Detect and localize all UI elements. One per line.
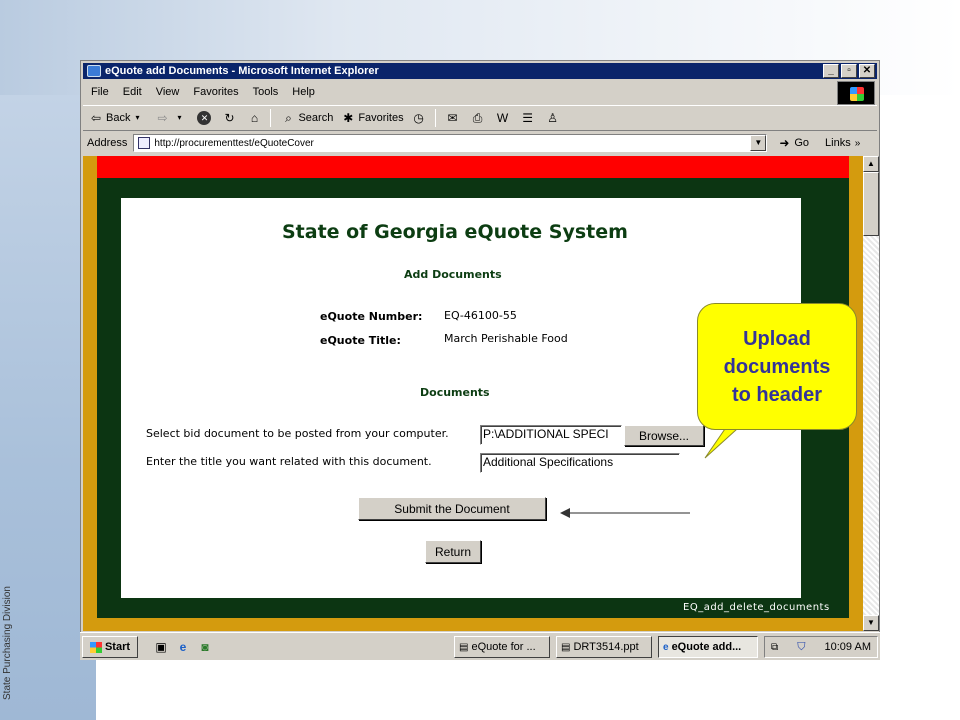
file-path-input[interactable]: P:\ADDITIONAL SPECI [480,425,622,445]
home-button[interactable]: ⌂ [247,111,264,125]
print-button[interactable]: ⎙ [471,111,488,125]
back-arrow-icon: ⇦ [90,111,102,125]
chevron-right-icon[interactable]: » [855,138,861,149]
scroll-up-icon[interactable]: ▲ [863,156,879,172]
page-icon [138,137,151,149]
address-url: http://procurementtest/eQuoteCover [154,137,314,149]
callout-bubble: Upload documents to header [697,303,857,430]
print-icon: ⎙ [472,111,483,125]
address-label: Address [87,137,128,149]
menu-tools[interactable]: Tools [253,86,279,98]
stop-icon: ✕ [197,111,212,125]
home-icon: ⌂ [250,111,259,125]
refresh-icon: ↻ [224,111,235,125]
equote-title-value: March Perishable Food [444,332,568,345]
page-subtitle: Add Documents [404,268,502,281]
callout-line-1: Upload [743,327,811,350]
desktop-icon[interactable]: ▣ [154,640,168,654]
search-button[interactable]: ⌕ Search [281,111,333,125]
menu-favorites[interactable]: Favorites [193,86,238,98]
ie-icon [87,65,101,77]
history-button[interactable]: ◷ [412,111,429,125]
start-button[interactable]: Start [82,636,138,658]
messenger-icon: ♙ [547,111,558,125]
scroll-thumb[interactable] [863,172,879,236]
title-bar: eQuote add Documents - Microsoft Interne… [83,63,877,79]
return-button[interactable]: Return [425,540,481,563]
browse-button[interactable]: Browse... [624,425,704,446]
menu-view[interactable]: View [156,86,180,98]
menu-help[interactable]: Help [292,86,315,98]
links-button[interactable]: Links [825,137,851,149]
shield-icon[interactable]: ⛉ [797,641,805,654]
go-arrow-icon: ➜ [779,136,790,150]
outlook-icon[interactable]: ◙ [198,640,212,654]
windows-logo-icon [837,81,875,105]
scroll-down-icon[interactable]: ▼ [863,615,879,631]
page-footer: EQ_add_delete_documents [683,602,830,613]
dropdown-icon: ▾ [135,113,140,122]
discuss-icon: ☰ [522,111,533,125]
chevron-down-icon[interactable]: ▼ [750,135,767,151]
documents-heading: Documents [420,386,490,399]
discuss-button[interactable]: ☰ [521,111,538,125]
vertical-scrollbar[interactable]: ▲ ▼ [863,156,879,631]
history-icon: ◷ [413,111,424,125]
search-icon: ⌕ [285,111,292,125]
document-title-prompt: Enter the title you want related with th… [146,455,432,468]
task-ppt[interactable]: ▤ DRT3514.ppt [556,636,652,658]
submit-document-button[interactable]: Submit the Document [358,497,546,520]
equote-number-value: EQ-46100-55 [444,309,517,322]
address-input[interactable]: http://procurementtest/eQuoteCover ▼ [133,134,768,152]
ie-task-icon: e [663,641,669,653]
favorites-button[interactable]: ✱ Favorites [341,111,403,125]
select-document-prompt: Select bid document to be posted from yo… [146,427,449,440]
windows-flag-icon [89,641,102,653]
callout-line-3: to header [731,383,823,406]
close-button[interactable]: ✕ [859,64,875,78]
powerpoint-icon: ▤ [561,641,571,653]
document-title-input[interactable]: Additional Specifications [480,453,680,473]
equote-number-label: eQuote Number: [320,310,423,323]
standard-toolbar: ⇦ Back ▾ ⇨ ▾ ✕ ↻ ⌂ ⌕ Search ✱ Favorites … [83,105,877,131]
window-icon: ▤ [459,641,469,653]
system-tray: ⧉ ⛉ 10:09 AM [764,636,878,658]
menu-file[interactable]: File [91,86,109,98]
edit-icon: W [496,111,509,125]
network-icon[interactable]: ⧉ [771,642,778,653]
equote-title-label: eQuote Title: [320,334,401,347]
clock: 10:09 AM [824,641,871,653]
forward-button[interactable]: ⇨ ▾ [155,111,189,125]
edit-button[interactable]: W [496,111,513,125]
refresh-button[interactable]: ↻ [222,111,239,125]
favorites-icon: ✱ [343,111,354,125]
mail-icon: ✉ [447,111,458,125]
maximize-button[interactable]: ▫ [841,64,857,78]
slide-side-label: State Purchasing Division [2,586,13,700]
mail-button[interactable]: ✉ [446,111,463,125]
menu-edit[interactable]: Edit [123,86,142,98]
address-bar: Address http://procurementtest/eQuoteCov… [83,132,877,154]
header-band [97,156,849,178]
dropdown-icon: ▾ [177,113,182,122]
messenger-button[interactable]: ♙ [546,111,563,125]
page-title: State of Georgia eQuote System [282,221,628,243]
taskbar: Start ▣ e ◙ ▤ eQuote for ... ▤ DRT3514.p… [80,632,880,660]
menu-bar: File Edit View Favorites Tools Help [83,81,877,103]
go-button[interactable]: ➜ Go [777,136,809,150]
toolbar-separator [270,109,272,127]
task-equote-for[interactable]: ▤ eQuote for ... [454,636,550,658]
stop-button[interactable]: ✕ [197,111,214,125]
ie-quicklaunch-icon[interactable]: e [176,640,190,654]
toolbar-separator [434,109,436,127]
forward-arrow-icon: ⇨ [157,111,168,125]
minimize-button[interactable]: _ [823,64,839,78]
pointer-arrow [560,508,690,518]
callout-line-2: documents [723,355,831,378]
back-button[interactable]: ⇦ Back ▾ [89,111,147,125]
window-controls: _ ▫ ✕ [823,64,875,78]
task-equote-add[interactable]: e eQuote add... [658,636,758,658]
window-title: eQuote add Documents - Microsoft Interne… [105,65,379,77]
